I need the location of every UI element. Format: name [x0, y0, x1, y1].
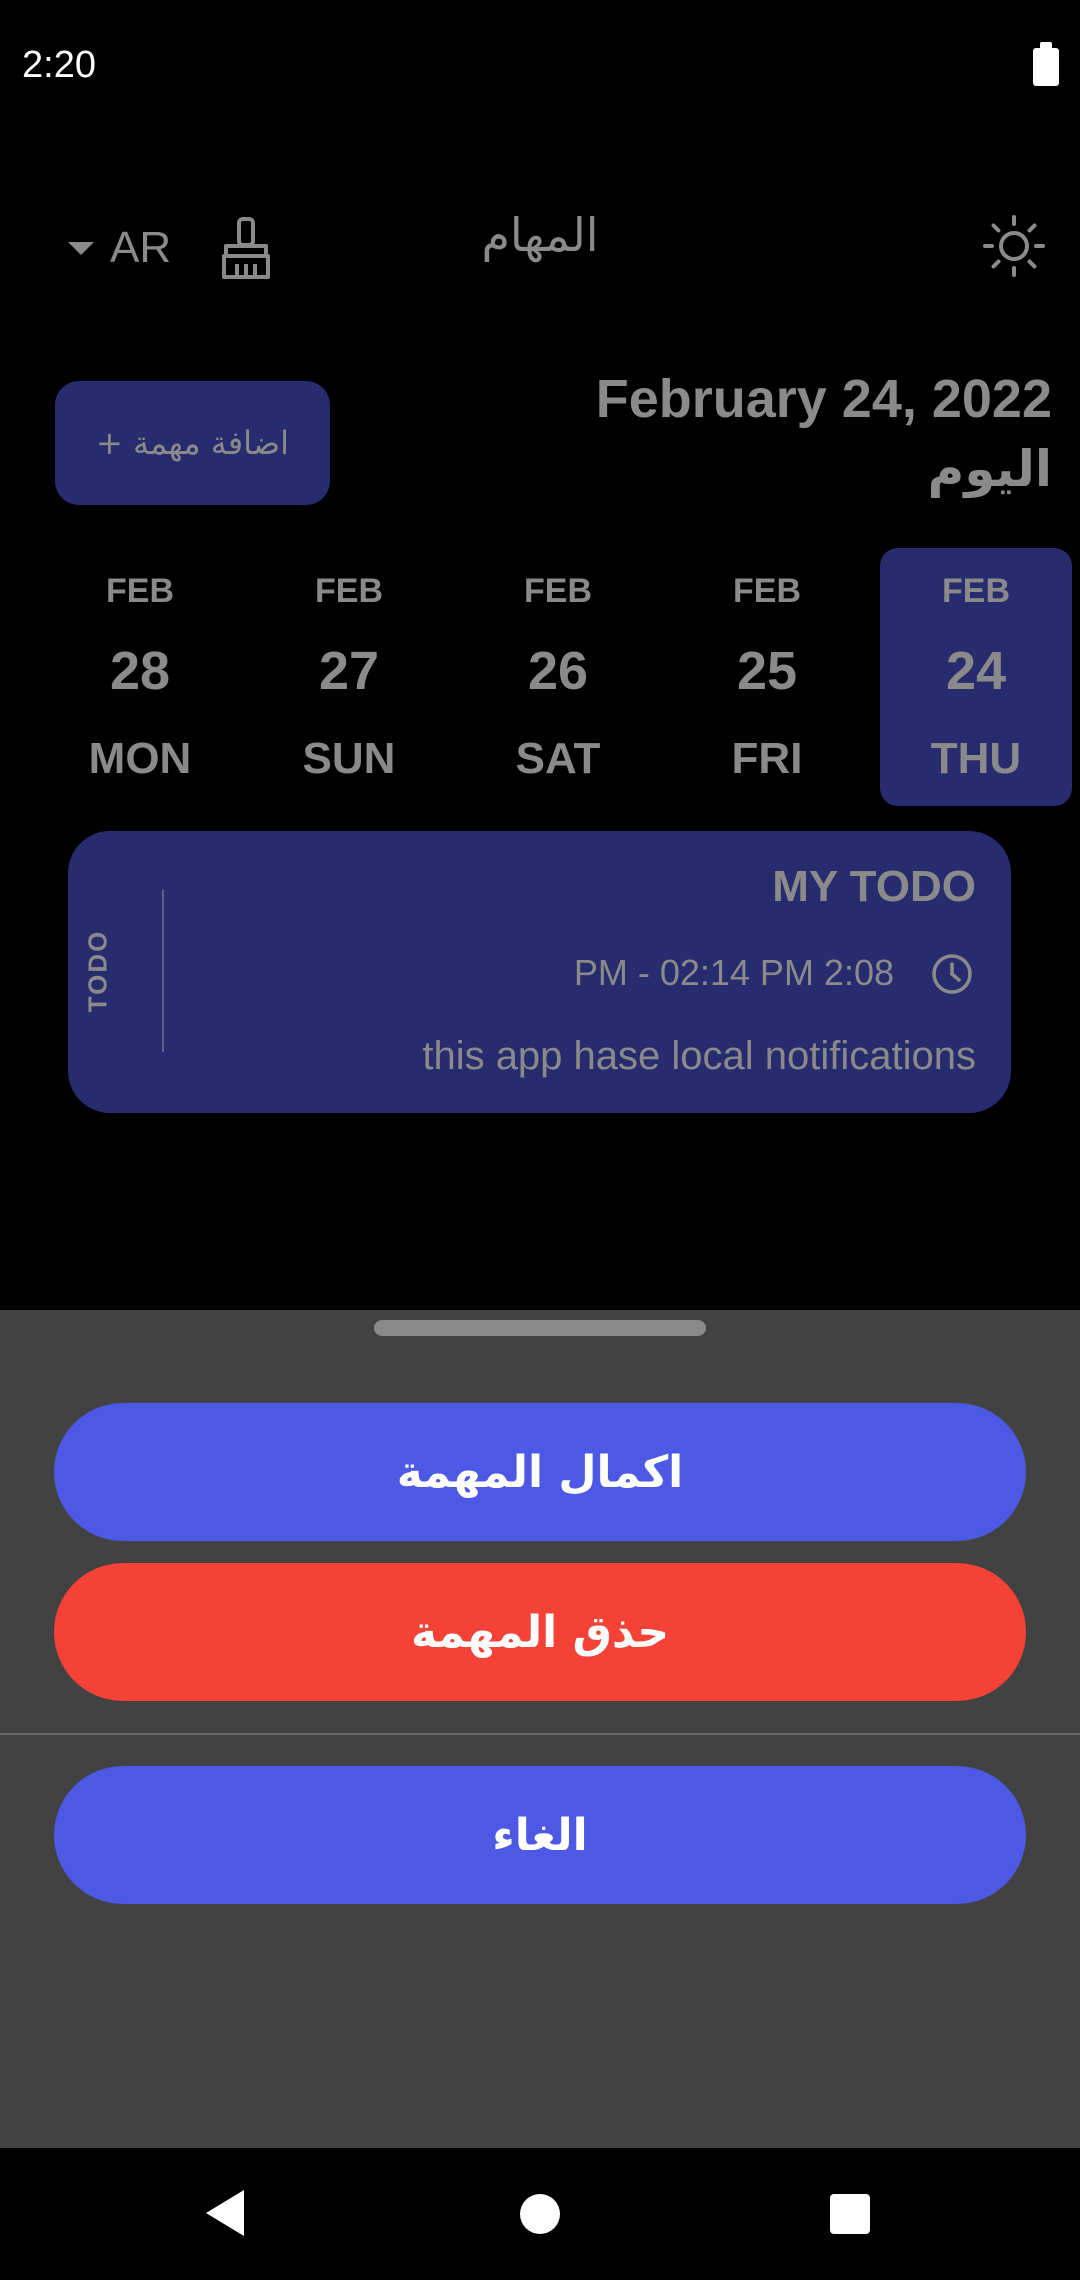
task-divider [162, 890, 164, 1052]
date-cell-selected[interactable]: FEB 24 THU [880, 548, 1072, 806]
caret-down-icon [68, 241, 94, 255]
recents-square-icon[interactable] [830, 2194, 870, 2234]
sun-icon[interactable] [982, 214, 1046, 278]
current-date: February 24, 2022 [595, 369, 1052, 429]
delete-task-button[interactable]: حذق المهمة [54, 1563, 1026, 1701]
status-time: 2:20 [22, 44, 96, 86]
date-cell[interactable]: FEB 28 MON [44, 548, 236, 806]
broom-icon[interactable] [218, 216, 274, 280]
date-weekday: MON [88, 734, 192, 783]
task-status-tag: TODO [82, 929, 113, 1013]
back-triangle-icon[interactable] [206, 2190, 244, 2236]
date-day: 26 [527, 641, 589, 701]
date-day: 25 [736, 641, 798, 701]
date-day: 24 [945, 641, 1007, 701]
date-month: FEB [524, 572, 592, 610]
clock-icon [932, 954, 972, 994]
date-weekday: SAT [515, 734, 601, 783]
date-month: FEB [942, 572, 1010, 610]
home-circle-icon[interactable] [520, 2194, 560, 2234]
date-day: 28 [109, 641, 171, 701]
task-title: MY TODO [772, 862, 976, 911]
language-label: AR [110, 223, 172, 272]
date-cell[interactable]: FEB 27 SUN [253, 548, 445, 806]
sheet-drag-handle[interactable] [374, 1320, 706, 1336]
date-strip: FEB 28 MON FEB 27 SUN FEB 26 SAT FEB 25 … [0, 548, 1080, 806]
language-dropdown[interactable]: AR [68, 220, 171, 276]
date-month: FEB [315, 572, 383, 610]
date-day: 27 [318, 641, 380, 701]
add-task-button[interactable]: + اضافة مهمة [55, 381, 330, 505]
date-month: FEB [733, 572, 801, 610]
complete-task-button[interactable]: اكمال المهمة [54, 1403, 1026, 1541]
app-screen: 2:20 AR المهام + اضافة مهمة February 24,… [0, 0, 1080, 2280]
date-weekday: SUN [302, 734, 396, 783]
date-cell[interactable]: FEB 25 FRI [671, 548, 863, 806]
date-weekday: FRI [731, 734, 803, 783]
status-bar: 2:20 [0, 0, 1080, 140]
task-time: PM - 02:14 PM 2:08 [573, 952, 894, 993]
cancel-button[interactable]: الغاء [54, 1766, 1026, 1904]
date-weekday: THU [930, 734, 1022, 783]
date-month: FEB [106, 572, 174, 610]
today-label: اليوم [927, 440, 1052, 498]
date-cell[interactable]: FEB 26 SAT [462, 548, 654, 806]
task-note: this app hase local notifications [422, 1034, 976, 1078]
sheet-divider [0, 1733, 1080, 1735]
battery-full-icon [1033, 42, 1059, 86]
page-title: المهام [481, 208, 599, 262]
